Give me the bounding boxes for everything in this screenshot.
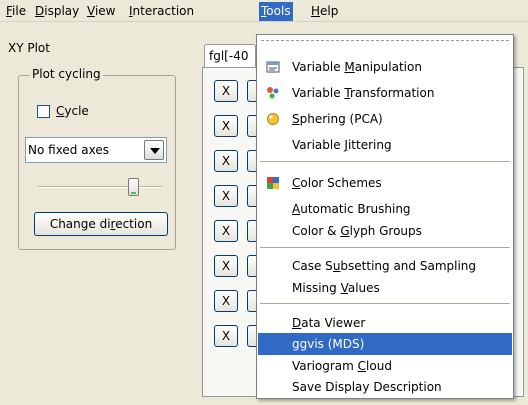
change-direction-button[interactable]: Change direction — [34, 212, 168, 236]
x-axis-button[interactable]: X — [214, 325, 238, 347]
menu-item-variable-manipulation[interactable]: Variable Manipulation — [258, 56, 512, 78]
variable-manipulation-icon — [266, 61, 280, 73]
menu-separator — [260, 247, 510, 249]
menu-display[interactable]: Display — [33, 3, 81, 20]
menu-interaction[interactable]: Interaction — [127, 3, 196, 20]
menu-view[interactable]: View — [85, 3, 117, 20]
cycle-checkbox[interactable] — [37, 105, 50, 118]
x-axis-button[interactable]: X — [214, 185, 238, 207]
menu-separator — [260, 161, 510, 163]
menu-item-variogram-cloud[interactable]: Variogram Cloud — [258, 355, 512, 377]
menu-help[interactable]: Help — [309, 3, 340, 20]
menu-item-missing-values[interactable]: Missing Values — [258, 277, 512, 299]
x-axis-button[interactable]: X — [214, 150, 238, 172]
cycle-checkbox-row[interactable]: Cycle — [37, 103, 89, 119]
cycle-speed-slider-track[interactable] — [38, 186, 162, 188]
fixed-axes-combo[interactable]: No fixed axes — [25, 137, 167, 163]
color-schemes-icon — [267, 177, 279, 189]
tab-variable[interactable]: fgl[-40 — [204, 44, 256, 68]
menu-separator — [260, 303, 510, 305]
menu-item-sphering[interactable]: Sphering (PCA) — [258, 108, 512, 130]
x-axis-button[interactable]: X — [214, 115, 238, 137]
chevron-down-icon[interactable] — [144, 140, 164, 160]
tools-menu: Variable Manipulation Variable Transform… — [256, 34, 514, 399]
sphering-icon — [267, 113, 279, 125]
tearoff-line[interactable] — [261, 40, 509, 41]
menu-item-data-viewer[interactable]: Data Viewer — [258, 312, 512, 334]
menu-item-ggvis[interactable]: ggvis (MDS) — [258, 333, 512, 355]
variable-transformation-icon — [267, 87, 279, 99]
x-axis-button[interactable]: X — [214, 290, 238, 312]
menu-item-variable-transformation[interactable]: Variable Transformation — [258, 82, 512, 104]
menu-tools[interactable]: Tools — [259, 2, 293, 21]
menu-bar: File Display View Interaction Tools Help — [0, 0, 528, 22]
x-axis-button[interactable]: X — [214, 80, 238, 102]
menu-item-variable-jittering[interactable]: Variable Jittering — [258, 134, 512, 156]
fixed-axes-value: No fixed axes — [28, 143, 109, 157]
plot-cycling-label: Plot cycling — [30, 67, 103, 81]
menu-item-case-subsetting[interactable]: Case Subsetting and Sampling — [258, 255, 512, 277]
menu-item-save-display-description[interactable]: Save Display Description — [258, 376, 512, 398]
x-axis-button[interactable]: X — [214, 220, 238, 242]
cycle-speed-slider-thumb[interactable] — [128, 178, 139, 196]
x-axis-button[interactable]: X — [214, 255, 238, 277]
menu-file[interactable]: File — [4, 3, 28, 20]
menu-item-color-glyph-groups[interactable]: Color & Glyph Groups — [258, 220, 512, 242]
menu-item-color-schemes[interactable]: Color Schemes — [258, 172, 512, 194]
panel-title: XY Plot — [8, 41, 50, 55]
menu-item-automatic-brushing[interactable]: Automatic Brushing — [258, 198, 512, 220]
cycle-label: Cycle — [56, 104, 89, 118]
